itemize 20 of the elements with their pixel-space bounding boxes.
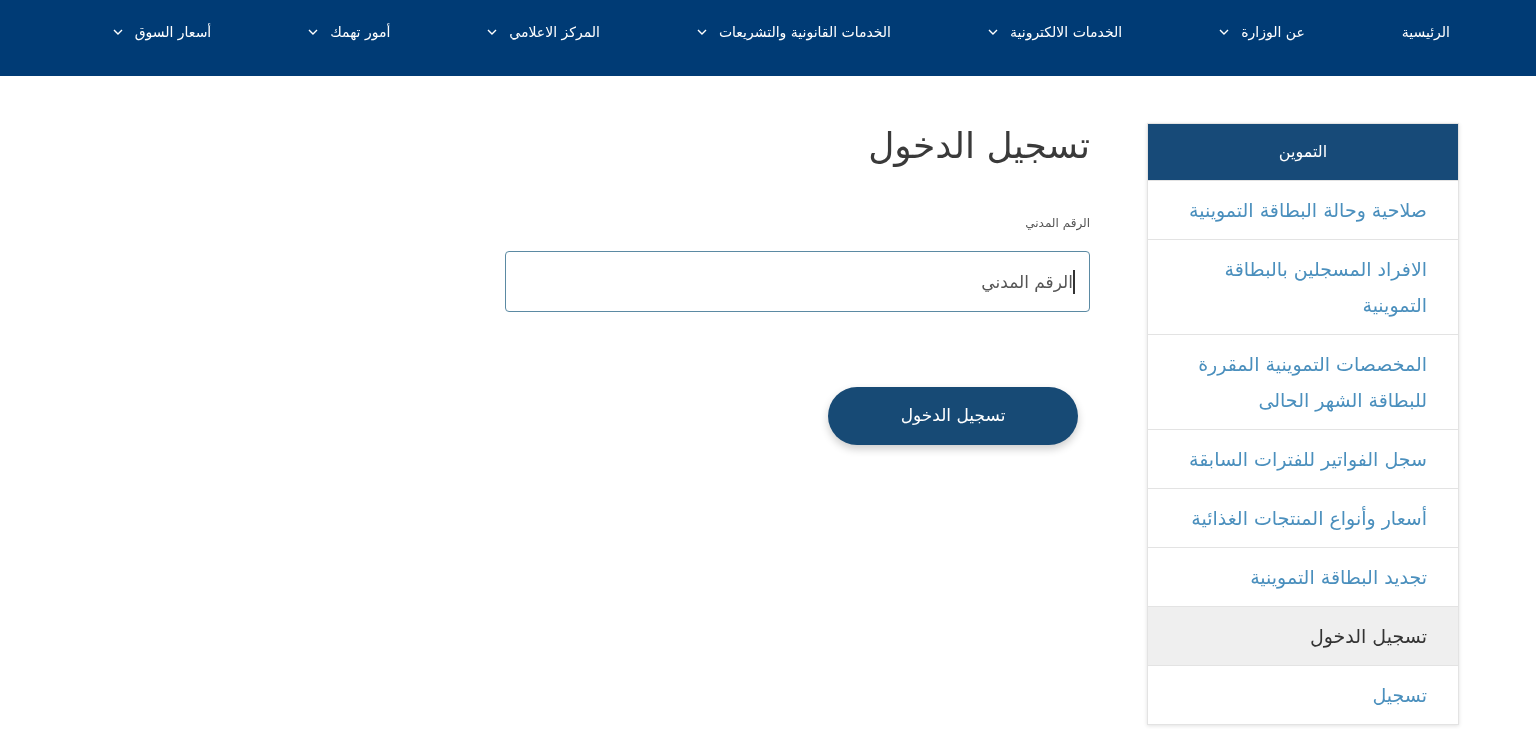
civil-id-input-field[interactable]: الرقم المدني bbox=[505, 251, 1090, 312]
sidebar-menu-item[interactable]: صلاحية وحالة البطاقة التموينية bbox=[1148, 180, 1458, 239]
nav-menu-item[interactable]: أسعار السوق bbox=[112, 22, 212, 42]
nav-menu-item[interactable]: أمور تهمك bbox=[308, 22, 391, 42]
sidebar-menu-item[interactable]: تسجيل الدخول bbox=[1148, 606, 1458, 665]
nav-menu-item[interactable]: الخدمات القانونية والتشريعات bbox=[696, 22, 891, 42]
nav-menu-item[interactable]: الرئيسية bbox=[1401, 22, 1450, 42]
nav-menu-item[interactable]: عن الوزارة bbox=[1219, 22, 1305, 42]
nav-menu-item[interactable]: الخدمات الالكترونية bbox=[988, 22, 1123, 42]
nav-menu-item[interactable]: المركز الاعلامي bbox=[487, 22, 600, 42]
sidebar-title: التموين bbox=[1148, 124, 1458, 180]
sidebar-menu-item[interactable]: أسعار وأنواع المنتجات الغذائية bbox=[1148, 488, 1458, 547]
field-label: الرقم المدني bbox=[1025, 215, 1090, 231]
page-title: تسجيل الدخول bbox=[868, 124, 1090, 169]
login-button[interactable]: تسجيل الدخول bbox=[828, 387, 1078, 445]
sidebar-menu-item[interactable]: تسجيل bbox=[1148, 665, 1458, 724]
sidebar-menu-item[interactable]: المخصصات التموينية المقررة للبطاقة الشهر الحالى bbox=[1148, 334, 1458, 429]
sidebar-menu-item[interactable]: الافراد المسجلين بالبطاقة التموينية bbox=[1148, 239, 1458, 334]
sidebar-menu-item[interactable]: تجديد البطاقة التموينية bbox=[1148, 547, 1458, 606]
sidebar-menu-item[interactable]: سجل الفواتير للفترات السابقة bbox=[1148, 429, 1458, 488]
